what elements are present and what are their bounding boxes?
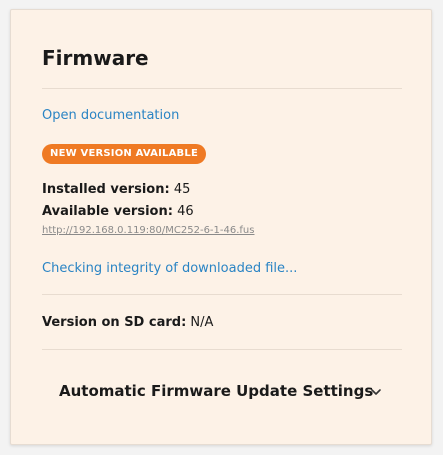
chevron-down-icon (369, 384, 383, 398)
installed-version-value: 45 (173, 182, 191, 197)
card-title: Firmware (42, 46, 149, 70)
integrity-check-status[interactable]: Checking integrity of downloaded file... (42, 261, 297, 277)
divider (42, 349, 402, 350)
sd-card-version-label: Version on SD card: (42, 315, 187, 330)
new-version-badge: NEW VERSION AVAILABLE (42, 144, 206, 164)
auto-update-settings-accordion[interactable]: Automatic Firmware Update Settings (42, 370, 402, 412)
installed-version-label: Installed version: (42, 182, 170, 197)
firmware-download-link[interactable]: http://192.168.0.119:80/MC252-6-1-46.fus (42, 224, 254, 237)
available-version-label: Available version: (42, 204, 173, 219)
sd-card-version-row: Version on SD card: N/A (42, 315, 213, 331)
sd-card-version-value: N/A (190, 315, 214, 330)
open-documentation-link[interactable]: Open documentation (42, 108, 179, 124)
accordion-label: Automatic Firmware Update Settings (59, 382, 374, 400)
divider (42, 88, 402, 89)
installed-version-row: Installed version: 45 (42, 182, 190, 198)
available-version-value: 46 (177, 204, 194, 219)
divider (42, 294, 402, 295)
available-version-row: Available version: 46 (42, 204, 194, 220)
firmware-card: Firmware Open documentation NEW VERSION … (10, 9, 432, 445)
